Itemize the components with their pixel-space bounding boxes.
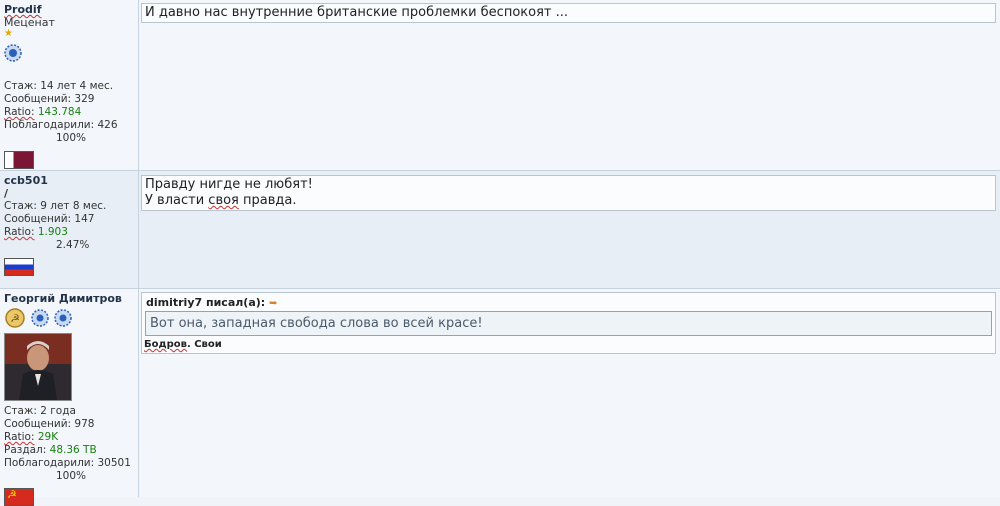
russia-flag-icon <box>4 258 34 276</box>
stat-percent: 2.47% <box>56 239 90 251</box>
quote-text: Вот она, западная свобода слова во всей … <box>145 311 992 336</box>
stat-ratio: Ratio: 143.784 <box>4 106 82 118</box>
post-author-panel: Prodif Меценат ★ Стаж: 14 лет 4 мес. Соо… <box>0 0 139 170</box>
stat-percent: 100% <box>56 132 87 144</box>
post: ccb501 / Стаж: 9 лет 8 мес. Сообщений: 1… <box>0 171 1000 289</box>
stat-ratio: Ratio: 29K <box>4 431 59 443</box>
ussr-flag-icon <box>4 488 34 506</box>
post-author-panel: Георгий Димитров ☭ Стаж: 2 года Сообщени… <box>0 289 139 506</box>
post-body: Правду нигде не любят! У власти своя пра… <box>141 175 996 211</box>
author-nick[interactable]: Георгий Димитров <box>4 292 138 305</box>
post-message: Правду нигде не любят! У власти своя пра… <box>141 175 996 211</box>
avatar <box>4 333 72 401</box>
forum-thread: Prodif Меценат ★ Стаж: 14 лет 4 мес. Соо… <box>0 0 1000 506</box>
stat-messages: Сообщений: 147 <box>4 213 95 225</box>
award-badge-icon <box>4 41 138 68</box>
quote-author: dimitriy7 писал(а): <box>146 296 266 309</box>
award-badges: ☭ <box>4 307 138 331</box>
post-message: И давно нас внутренние британские пробле… <box>141 3 996 23</box>
quote-header: dimitriy7 писал(а): ➥ <box>142 293 995 311</box>
stat-experience: Стаж: 14 лет 4 мес. <box>4 80 114 92</box>
star-icon: ★ <box>4 28 13 39</box>
wreath-badge-icon: ☭ <box>5 308 25 328</box>
stat-ratio: Ratio: 1.903 <box>4 226 68 238</box>
quote-block: dimitriy7 писал(а): ➥ Вот она, западная … <box>141 292 996 354</box>
go-to-quote-icon[interactable]: ➥ <box>269 298 277 309</box>
author-nick[interactable]: Prodif <box>4 3 138 16</box>
post: Prodif Меценат ★ Стаж: 14 лет 4 мес. Соо… <box>0 0 1000 171</box>
stat-percent: 100% <box>56 470 87 482</box>
stat-thanks: Поблагодарили: 30501 <box>4 457 131 469</box>
stat-upload: Раздал: 48.36 TB <box>4 444 97 456</box>
author-rank: / <box>4 187 9 200</box>
post: Георгий Димитров ☭ Стаж: 2 года Сообщени… <box>0 289 1000 506</box>
stat-experience: Стаж: 9 лет 8 мес. <box>4 200 107 212</box>
stat-messages: Сообщений: 329 <box>4 93 95 105</box>
stat-experience: Стаж: 2 года <box>4 405 76 417</box>
stat-messages: Сообщений: 978 <box>4 418 95 430</box>
post-body: И давно нас внутренние британские пробле… <box>141 3 996 23</box>
qatar-flag-icon <box>4 151 34 169</box>
author-nick[interactable]: ccb501 <box>4 174 138 187</box>
author-rank: Меценат <box>4 16 55 29</box>
stat-thanks: Поблагодарили: 426 <box>4 119 118 131</box>
svg-text:☭: ☭ <box>10 312 20 325</box>
post-signature: Бодров. Свои <box>144 339 222 350</box>
post-author-panel: ccb501 / Стаж: 9 лет 8 мес. Сообщений: 1… <box>0 171 139 288</box>
award-badge-icon <box>54 309 72 327</box>
award-badge-icon <box>30 309 49 327</box>
post-body: dimitriy7 писал(а): ➥ Вот она, западная … <box>141 292 996 354</box>
